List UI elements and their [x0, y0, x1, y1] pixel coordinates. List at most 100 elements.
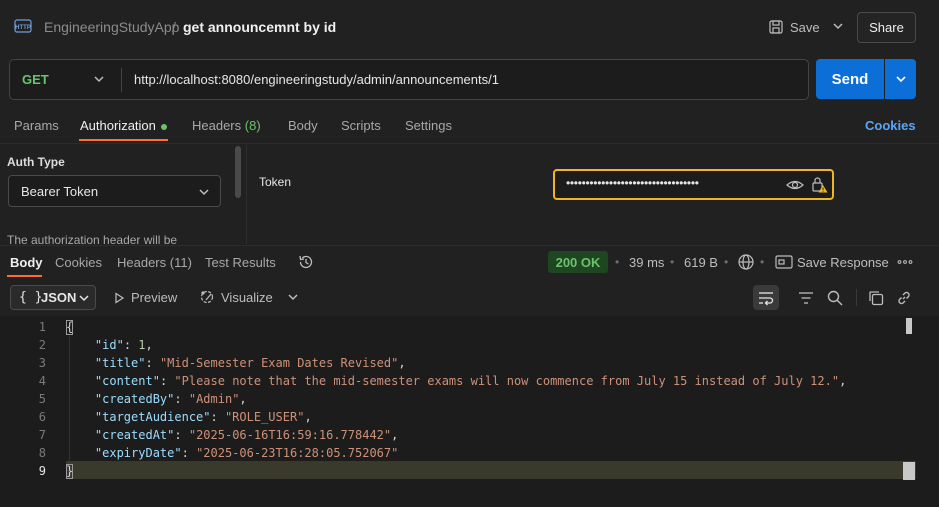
code-line: 9} [0, 462, 939, 480]
panel-divider [246, 144, 247, 244]
headers-count: (8) [244, 118, 261, 133]
wrap-lines-icon [759, 292, 774, 306]
brace: { [66, 320, 74, 334]
breadcrumb-workspace[interactable]: EngineeringStudyApp [44, 19, 179, 35]
share-button[interactable]: Share [857, 12, 916, 43]
meta-separator: • [670, 255, 675, 269]
code-text: "createdBy": "Admin", [94, 392, 247, 406]
authorization-panel: Auth Type Bearer Token The authorization… [0, 143, 939, 247]
link-icon[interactable] [895, 289, 913, 307]
code-line: 3 "title": "Mid-Semester Exam Dates Revi… [0, 354, 939, 372]
code-text: "expiryDate": "2025-06-23T16:28:05.75206… [94, 446, 399, 460]
lock-warning-icon[interactable] [810, 175, 828, 193]
meta-separator: • [760, 255, 765, 269]
code-text: "content": "Please note that the mid-sem… [94, 374, 847, 388]
top-bar: HTTP EngineeringStudyApp / get announcem… [0, 0, 939, 54]
line-number: 6 [38, 410, 46, 424]
status-badge[interactable]: 200 OK [548, 251, 608, 273]
send-options-button[interactable] [885, 59, 916, 99]
save-response-icon[interactable] [775, 254, 793, 270]
meta-separator: • [615, 255, 620, 269]
visualize-label: Visualize [221, 289, 273, 305]
tab-authorization[interactable]: Authorization [80, 118, 167, 133]
response-size[interactable]: 619 B [684, 255, 718, 270]
tab-response-body[interactable]: Body [10, 255, 43, 270]
meta-separator: • [724, 255, 729, 269]
cookies-link[interactable]: Cookies [865, 118, 916, 133]
line-number: 9 [38, 464, 46, 478]
breadcrumb-separator: / [172, 19, 176, 35]
send-button[interactable]: Send [816, 59, 884, 99]
line-number: 2 [38, 338, 46, 352]
json-key: "targetAudience" [94, 410, 211, 424]
active-tab-underline [7, 275, 42, 277]
format-select[interactable]: { } JSON [10, 285, 96, 310]
response-body-editor[interactable]: 1{2 "id": 1, 3 "title": "Mid-Semester Exa… [0, 316, 939, 507]
line-number: 5 [38, 392, 46, 406]
code-line: 5 "createdBy": "Admin", [0, 390, 939, 408]
save-label: Save [790, 19, 820, 35]
tab-response-headers[interactable]: Headers (11) [117, 255, 192, 270]
method-select[interactable]: GET [22, 72, 49, 87]
save-button[interactable]: Save [768, 15, 820, 39]
url-input[interactable]: http://localhost:8080/engineeringstudy/a… [134, 72, 499, 87]
response-time[interactable]: 39 ms [629, 255, 664, 270]
chevron-down-icon [895, 76, 906, 83]
svg-text:HTTP: HTTP [15, 25, 31, 31]
line-number: 3 [38, 356, 46, 370]
auth-scrollbar[interactable] [235, 146, 241, 198]
code-line: 6 "targetAudience": "ROLE_USER", [0, 408, 939, 426]
chevron-down-icon[interactable] [92, 72, 106, 86]
json-value: "Mid-Semester Exam Dates Revised" [159, 356, 399, 370]
code-text: "id": 1, [94, 338, 153, 352]
chevron-down-icon[interactable] [287, 291, 299, 303]
code-line: 8 "expiryDate": "2025-06-23T16:28:05.752… [0, 444, 939, 462]
eye-icon[interactable] [786, 177, 804, 193]
chevron-down-icon[interactable] [830, 18, 846, 34]
token-input[interactable]: •••••••••••••••••••••••••••••••••• [553, 169, 834, 200]
preview-button[interactable]: Preview [113, 290, 177, 305]
wrap-lines-button[interactable] [753, 285, 779, 310]
toolbar-divider [856, 289, 857, 306]
globe-icon[interactable] [737, 253, 755, 271]
code-line: 1{ [0, 318, 939, 336]
auth-type-label: Auth Type [7, 155, 65, 169]
active-indicator-dot [160, 123, 167, 130]
save-response-button[interactable]: Save Response [797, 255, 889, 270]
request-title[interactable]: get announcemnt by id [183, 19, 336, 35]
code-text: } [66, 462, 73, 480]
code-text: "targetAudience": "ROLE_USER", [94, 410, 312, 424]
filter-icon[interactable] [797, 289, 815, 307]
line-number: 4 [38, 374, 46, 388]
tab-scripts[interactable]: Scripts [341, 118, 381, 133]
copy-icon[interactable] [867, 289, 885, 307]
token-masked-value: •••••••••••••••••••••••••••••••••• [566, 176, 699, 190]
visualize-button[interactable]: Visualize [199, 289, 273, 305]
json-key: "title" [94, 356, 146, 370]
tab-headers-label: Headers [192, 118, 242, 133]
play-icon [115, 291, 125, 304]
url-divider [121, 68, 122, 92]
line-number: 1 [38, 320, 46, 334]
tab-headers[interactable]: Headers (8) [192, 118, 261, 133]
token-label: Token [259, 175, 292, 189]
json-key: "content" [94, 374, 160, 388]
code-text: { [66, 318, 73, 336]
more-icon[interactable] [896, 253, 914, 271]
auth-type-select[interactable]: Bearer Token [8, 175, 221, 207]
search-icon[interactable] [826, 289, 844, 307]
json-value: 1 [138, 338, 146, 352]
tab-body[interactable]: Body [288, 118, 318, 133]
brace: } [66, 464, 74, 478]
history-icon[interactable] [297, 253, 315, 271]
tab-params[interactable]: Params [14, 118, 59, 133]
code-text: "title": "Mid-Semester Exam Dates Revise… [94, 356, 406, 370]
editor-scrollbar[interactable] [906, 318, 912, 334]
response-toolbar: { } JSON Preview Visualize [0, 282, 939, 312]
json-value: "Admin" [188, 392, 240, 406]
tab-response-cookies[interactable]: Cookies [55, 255, 102, 270]
json-key: "id" [94, 338, 124, 352]
tab-test-results[interactable]: Test Results [205, 255, 276, 270]
tab-settings[interactable]: Settings [405, 118, 452, 133]
url-bar: GET http://localhost:8080/engineeringstu… [9, 59, 809, 100]
